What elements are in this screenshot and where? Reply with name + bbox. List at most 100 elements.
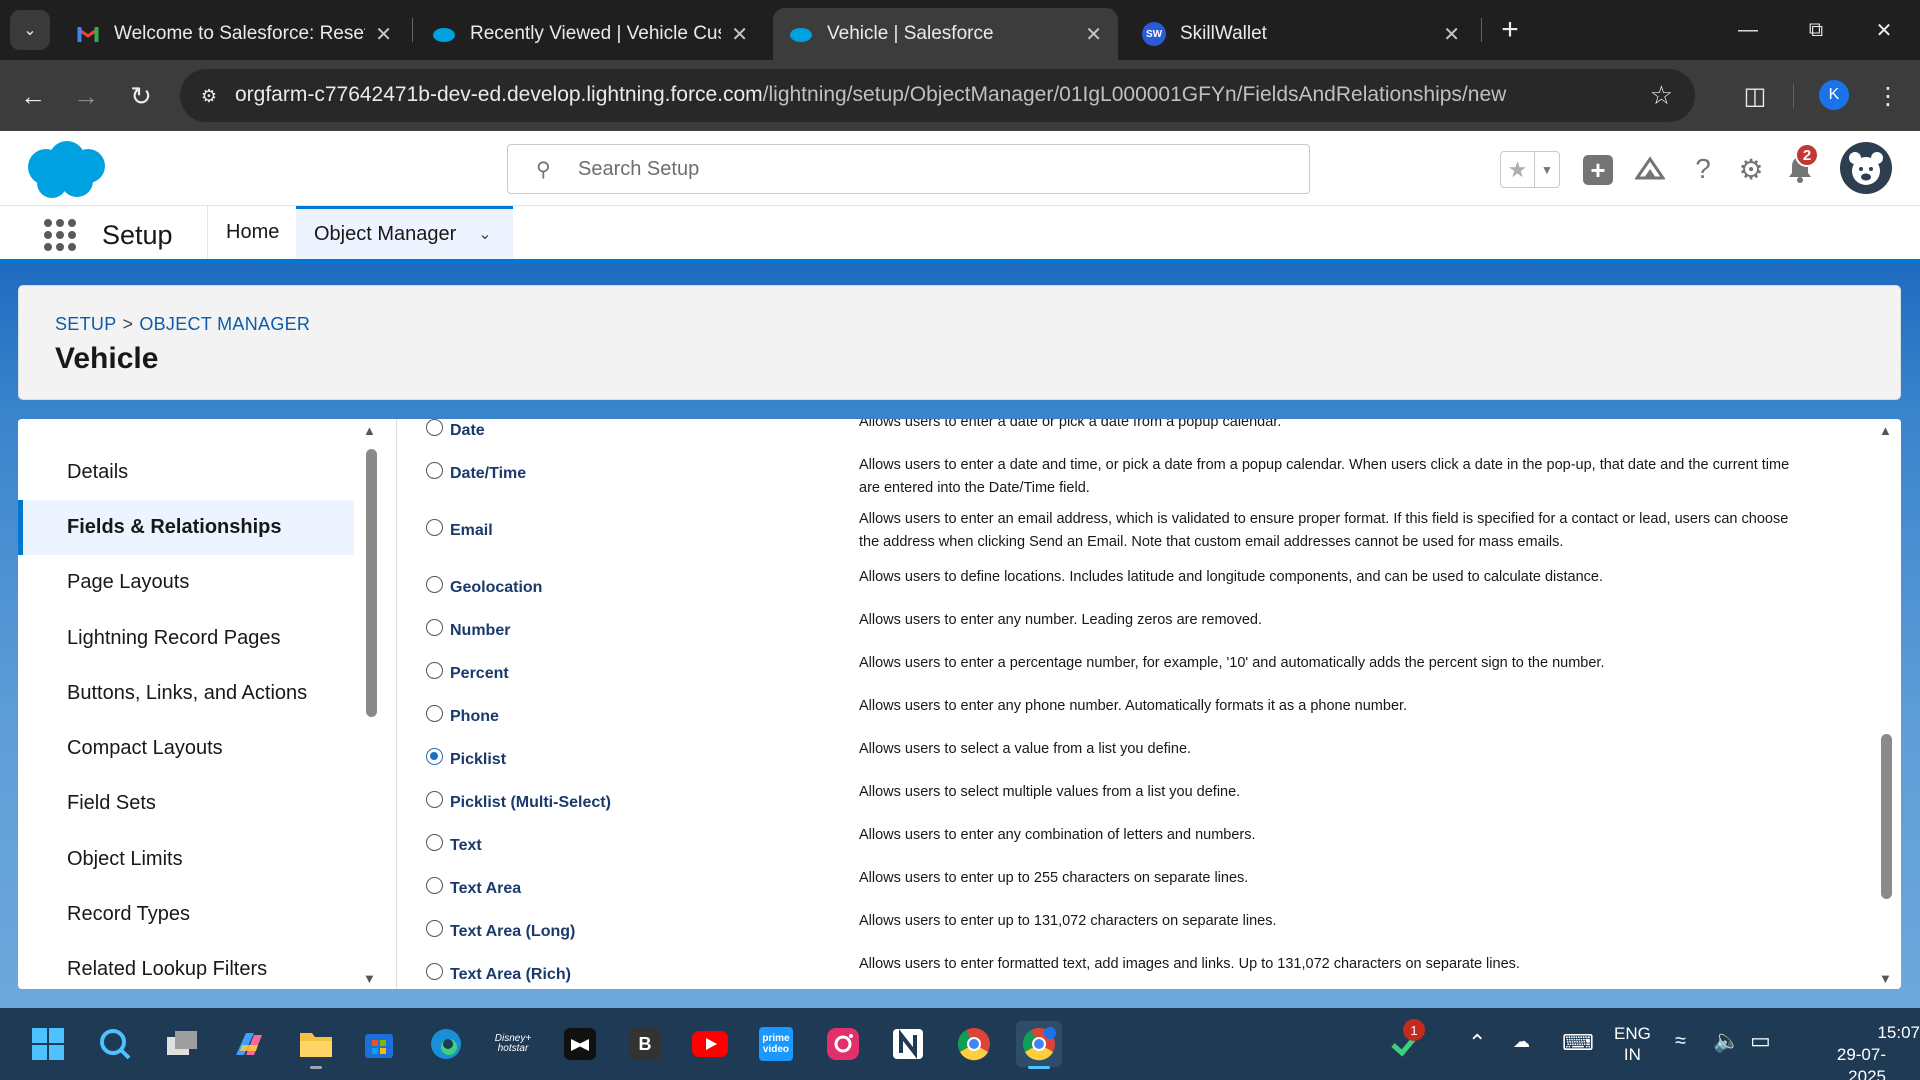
- tab-gmail[interactable]: Welcome to Salesforce: Reset y ✕: [60, 8, 408, 60]
- extensions-puzzle-icon[interactable]: ◫: [1735, 76, 1775, 116]
- instagram-icon[interactable]: [820, 1021, 866, 1067]
- sidebar-item-buttons-links-actions[interactable]: Buttons, Links, and Actions: [18, 666, 354, 721]
- trailhead-icon[interactable]: [1630, 149, 1670, 189]
- tab-skillwallet[interactable]: SW SkillWallet ✕: [1126, 8, 1476, 60]
- data-type-radio[interactable]: [426, 834, 443, 851]
- file-explorer-icon[interactable]: [293, 1021, 339, 1069]
- edge-icon[interactable]: [423, 1021, 469, 1067]
- data-type-radio-selected[interactable]: [426, 748, 443, 765]
- site-settings-icon[interactable]: ⚙: [196, 83, 222, 109]
- setup-gear-icon[interactable]: ⚙: [1731, 149, 1771, 189]
- data-type-radio[interactable]: [426, 877, 443, 894]
- user-avatar-icon[interactable]: [1840, 142, 1892, 194]
- content-scrollbar[interactable]: ▲ ▼: [1870, 419, 1901, 989]
- content-scroll-thumb[interactable]: [1881, 734, 1892, 899]
- volume-icon[interactable]: 🔈: [1713, 1028, 1740, 1054]
- close-tab-icon[interactable]: ✕: [731, 22, 748, 47]
- start-icon[interactable]: [25, 1021, 71, 1067]
- bookmark-star-icon[interactable]: ☆: [1650, 80, 1673, 111]
- sidebar-scrollbar[interactable]: ▲ ▼: [358, 419, 384, 989]
- new-tab-icon[interactable]: +: [1492, 12, 1528, 48]
- scroll-up-arrow-icon[interactable]: ▲: [1879, 423, 1892, 438]
- show-hidden-icons-chevron-icon[interactable]: ⌃: [1468, 1030, 1486, 1056]
- favorite-star-icon[interactable]: ★: [1501, 152, 1535, 187]
- sidebar-item-details[interactable]: Details: [18, 445, 354, 500]
- data-type-label[interactable]: Number: [450, 622, 510, 640]
- scroll-down-arrow-icon[interactable]: ▼: [363, 971, 376, 986]
- breadcrumb-object-manager-link[interactable]: OBJECT MANAGER: [139, 314, 310, 334]
- minimize-icon[interactable]: —: [1720, 8, 1776, 52]
- close-window-icon[interactable]: ✕: [1856, 8, 1912, 52]
- kebab-menu-icon[interactable]: ⋮: [1868, 76, 1908, 116]
- sidebar-item-related-lookup-filters[interactable]: Related Lookup Filters: [18, 942, 354, 989]
- notion-icon[interactable]: [885, 1021, 931, 1067]
- onedrive-cloud-icon[interactable]: ☁: [1513, 1032, 1530, 1052]
- disney-hotstar-icon[interactable]: Disney+ hotstar: [490, 1021, 536, 1067]
- profile-avatar[interactable]: K: [1819, 80, 1849, 110]
- data-type-radio[interactable]: [426, 419, 443, 436]
- data-type-label[interactable]: Phone: [450, 708, 499, 726]
- close-tab-icon[interactable]: ✕: [1085, 22, 1102, 47]
- battery-icon[interactable]: ▭: [1750, 1028, 1771, 1054]
- sidebar-item-lightning-record-pages[interactable]: Lightning Record Pages: [18, 611, 354, 666]
- language-indicator[interactable]: ENG IN: [1614, 1023, 1651, 1065]
- close-tab-icon[interactable]: ✕: [375, 22, 392, 47]
- tab-recently-viewed[interactable]: Recently Viewed | Vehicle Custo ✕: [416, 8, 764, 60]
- close-tab-icon[interactable]: ✕: [1443, 22, 1460, 47]
- data-type-label[interactable]: Text: [450, 837, 482, 855]
- data-type-label[interactable]: Picklist: [450, 751, 506, 769]
- data-type-label[interactable]: Date/Time: [450, 465, 526, 483]
- data-type-radio[interactable]: [426, 519, 443, 536]
- search-icon[interactable]: [92, 1021, 138, 1067]
- data-type-radio[interactable]: [426, 963, 443, 980]
- chevron-down-icon[interactable]: ⌄: [478, 224, 491, 244]
- data-type-label[interactable]: Picklist (Multi-Select): [450, 794, 611, 812]
- breadcrumb-setup-link[interactable]: SETUP: [55, 314, 117, 334]
- global-create-plus-icon[interactable]: +: [1583, 155, 1613, 185]
- data-type-label[interactable]: Date: [450, 422, 485, 440]
- address-bar[interactable]: ⚙ orgfarm-c77642471b-dev-ed.develop.ligh…: [180, 69, 1695, 122]
- data-type-radio[interactable]: [426, 705, 443, 722]
- sidebar-item-record-types[interactable]: Record Types: [18, 887, 354, 942]
- sidebar-item-fields-relationships[interactable]: Fields & Relationships: [18, 500, 354, 555]
- tab-search-chevron-icon[interactable]: ⌄: [10, 10, 50, 50]
- sidebar-item-object-limits[interactable]: Object Limits: [18, 832, 354, 887]
- youtube-icon[interactable]: [687, 1021, 733, 1067]
- copilot-icon[interactable]: [226, 1021, 272, 1067]
- data-type-radio[interactable]: [426, 791, 443, 808]
- restore-icon[interactable]: ⧉: [1788, 8, 1844, 52]
- scroll-down-arrow-icon[interactable]: ▼: [1879, 971, 1892, 986]
- sidebar-item-field-sets[interactable]: Field Sets: [18, 776, 354, 831]
- wifi-icon[interactable]: ≈: [1675, 1030, 1686, 1053]
- b-app-icon[interactable]: B: [622, 1021, 668, 1067]
- chrome-icon[interactable]: [951, 1021, 997, 1067]
- data-type-radio[interactable]: [426, 576, 443, 593]
- search-setup-box[interactable]: ⚲: [507, 144, 1310, 194]
- data-type-radio[interactable]: [426, 920, 443, 937]
- sidebar-item-page-layouts[interactable]: Page Layouts: [18, 555, 354, 610]
- back-arrow-icon[interactable]: ←: [13, 76, 53, 116]
- reload-icon[interactable]: ↻: [121, 76, 161, 116]
- clock[interactable]: 15:07 29-07-2025: [1836, 1022, 1920, 1080]
- nav-tab-object-manager[interactable]: Object Manager ⌄: [296, 206, 513, 259]
- data-type-label[interactable]: Geolocation: [450, 579, 542, 597]
- favorites-button-group[interactable]: ★ ▼: [1500, 151, 1560, 188]
- forward-arrow-icon[interactable]: →: [66, 76, 106, 116]
- prime-video-icon[interactable]: prime video: [753, 1021, 799, 1067]
- task-view-icon[interactable]: [159, 1021, 205, 1067]
- sidebar-scroll-thumb[interactable]: [366, 449, 377, 717]
- tab-vehicle-salesforce[interactable]: Vehicle | Salesforce ✕: [773, 8, 1118, 60]
- data-type-label[interactable]: Percent: [450, 665, 509, 683]
- app-launcher-icon[interactable]: [42, 217, 78, 253]
- data-type-radio[interactable]: [426, 662, 443, 679]
- microsoft-store-icon[interactable]: [356, 1021, 402, 1067]
- data-type-label[interactable]: Text Area: [450, 880, 521, 898]
- data-type-label[interactable]: Email: [450, 522, 493, 540]
- data-type-label[interactable]: Text Area (Long): [450, 923, 575, 941]
- data-type-radio[interactable]: [426, 462, 443, 479]
- salesforce-logo[interactable]: [22, 139, 112, 201]
- url-text[interactable]: orgfarm-c77642471b-dev-ed.develop.lightn…: [235, 83, 1506, 107]
- data-type-radio[interactable]: [426, 619, 443, 636]
- favorites-dropdown-icon[interactable]: ▼: [1535, 152, 1559, 187]
- help-question-icon[interactable]: ?: [1683, 149, 1723, 189]
